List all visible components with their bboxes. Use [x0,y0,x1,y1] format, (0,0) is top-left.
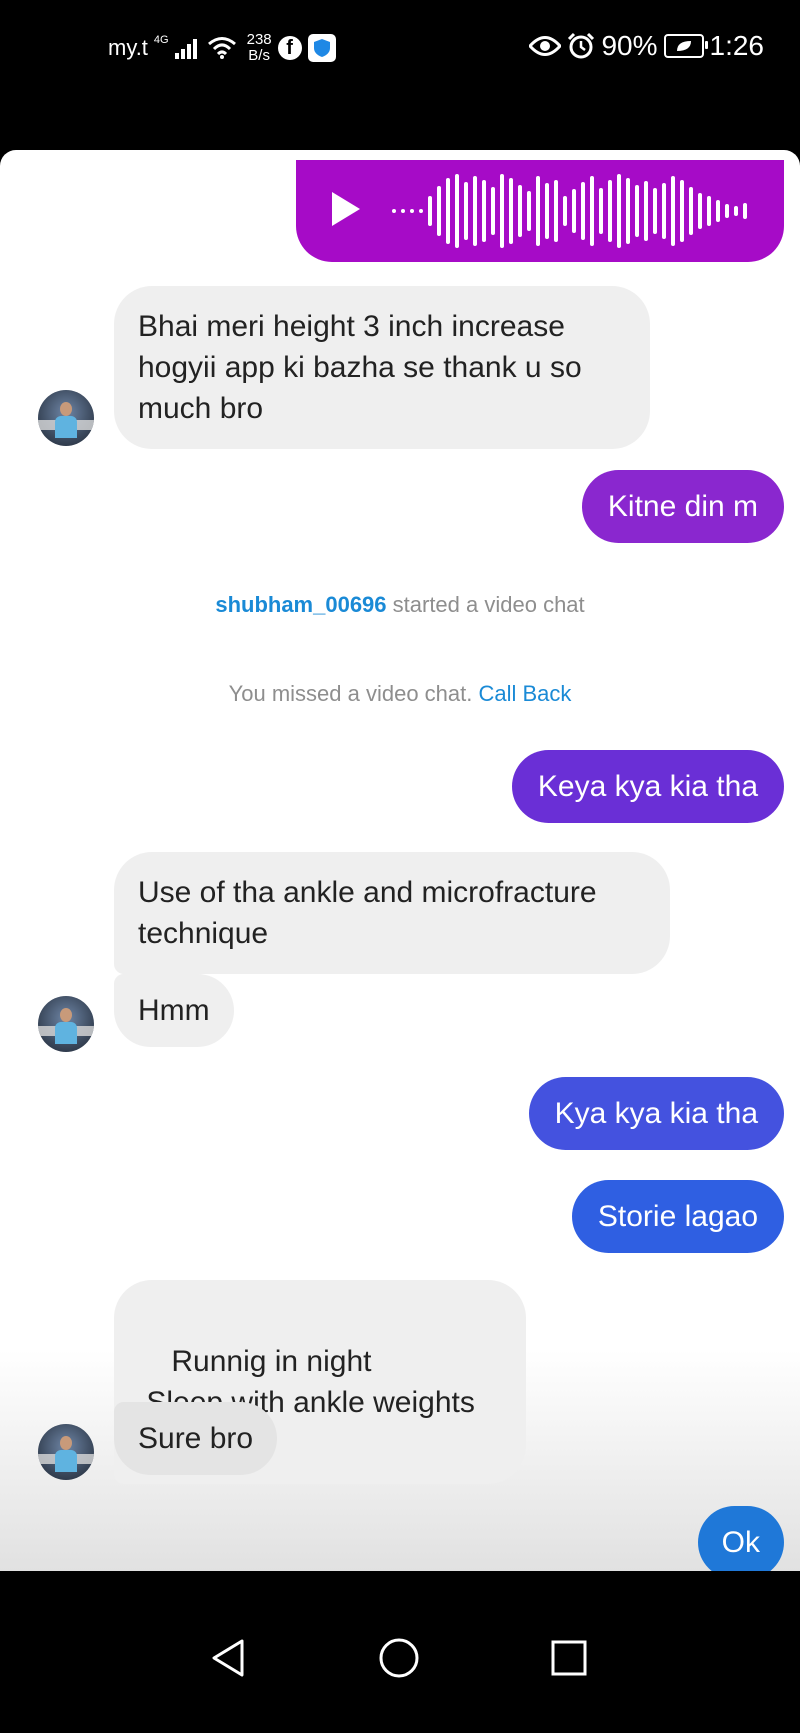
play-icon[interactable] [332,192,360,226]
waveform-bar [464,182,468,240]
video-chat-notice: shubham_00696 started a video chat [0,592,800,618]
waveform-bar [680,180,684,242]
battery-percent: 90% [601,30,658,61]
waveform-bar [671,176,675,246]
waveform-bar [689,187,693,235]
missed-call-notice: You missed a video chat. Call Back [0,681,800,707]
signal-icon [174,39,197,59]
waveform-bar [563,196,567,226]
waveform-bar [527,191,531,231]
waveform-bar [500,174,504,248]
message-text: Keya kya kia tha [537,770,758,803]
shield-icon [307,34,336,62]
chat-thread[interactable]: Bhai meri height 3 inch increase hogyii … [0,150,800,1571]
speed-value: 238 [246,31,272,48]
system-nav-bar [0,1571,800,1733]
call-back-link[interactable]: Call Back [478,681,571,706]
waveform-bar [617,174,621,248]
message-text: Kya kya kia tha [554,1097,758,1130]
waveform-bar [437,186,441,236]
waveform-bar [455,174,459,248]
message-text: Hmm [138,994,210,1027]
waveform-bar [644,181,648,241]
waveform-bar [482,180,486,242]
incoming-message[interactable]: Hmm [114,974,234,1047]
incoming-message[interactable]: Bhai meri height 3 inch increase hogyii … [114,286,650,449]
message-text: Ok [721,1526,760,1559]
waveform-bar [743,203,747,219]
outgoing-message[interactable]: Kitne din m [581,470,784,543]
network-type: 4G [153,34,169,46]
waveform-bar [428,196,432,226]
status-bar: my.t 4G 238 B/s f 90% 1:26 [0,0,800,100]
username-link[interactable]: shubham_00696 [215,592,386,617]
outgoing-message[interactable]: Ok [697,1506,784,1571]
waveform-bar [698,193,702,229]
sender-avatar[interactable] [38,1424,94,1480]
facebook-icon: f [277,36,302,60]
waveform-bar [707,196,711,226]
status-right: 90% 1:26 [529,30,764,62]
message-text: Bhai meri height 3 inch increase hogyii … [138,310,582,425]
waveform-bar [635,185,639,237]
audio-waveform [392,174,747,248]
network-speed: 238 B/s [247,32,272,64]
message-text: Use of tha ankle and microfracture techn… [138,876,597,950]
battery-icon [663,34,708,58]
waveform-bar [653,188,657,234]
recents-icon[interactable] [550,1639,588,1677]
waveform-bar [725,204,729,218]
waveform-bar [473,176,477,246]
incoming-message[interactable]: Sure bro [114,1402,278,1475]
waveform-bar [446,178,450,244]
speed-unit: B/s [248,47,270,64]
video-chat-text: started a video chat [386,592,585,617]
waveform-bar [410,209,414,213]
message-text: Storie lagao [597,1200,758,1233]
waveform-bar [662,183,666,239]
waveform-bar [716,200,720,222]
waveform-bar [401,209,405,213]
sender-avatar[interactable] [38,390,94,446]
clock: 1:26 [709,30,765,61]
message-text: Sure bro [138,1422,254,1455]
waveform-bar [554,180,558,242]
waveform-bar [545,183,549,239]
outgoing-message[interactable]: Storie lagao [571,1180,784,1253]
waveform-bar [581,182,585,240]
waveform-bar [419,209,423,213]
waveform-bar [572,189,576,233]
waveform-bar [509,178,513,244]
eye-icon [529,36,562,56]
waveform-bar [626,178,630,244]
voice-message-bubble[interactable] [296,160,784,262]
home-icon[interactable] [378,1637,420,1679]
outgoing-message[interactable]: Kya kya kia tha [528,1077,784,1150]
waveform-bar [590,176,594,246]
waveform-bar [599,188,603,234]
alarm-icon [568,32,595,59]
missed-call-text: You missed a video chat. [228,681,479,706]
waveform-bar [491,187,495,235]
message-text: Kitne din m [607,490,758,523]
back-icon[interactable] [208,1637,248,1679]
incoming-message[interactable]: Use of tha ankle and microfracture techn… [114,852,670,974]
waveform-bar [392,209,396,213]
waveform-bar [536,176,540,246]
waveform-bar [734,206,738,216]
waveform-bar [608,180,612,242]
outgoing-message[interactable]: Keya kya kia tha [511,750,784,823]
carrier-label: my.t [108,35,148,60]
wifi-icon [207,37,236,59]
sender-avatar[interactable] [38,996,94,1052]
waveform-bar [518,185,522,237]
status-left: my.t 4G 238 B/s f [108,32,336,64]
